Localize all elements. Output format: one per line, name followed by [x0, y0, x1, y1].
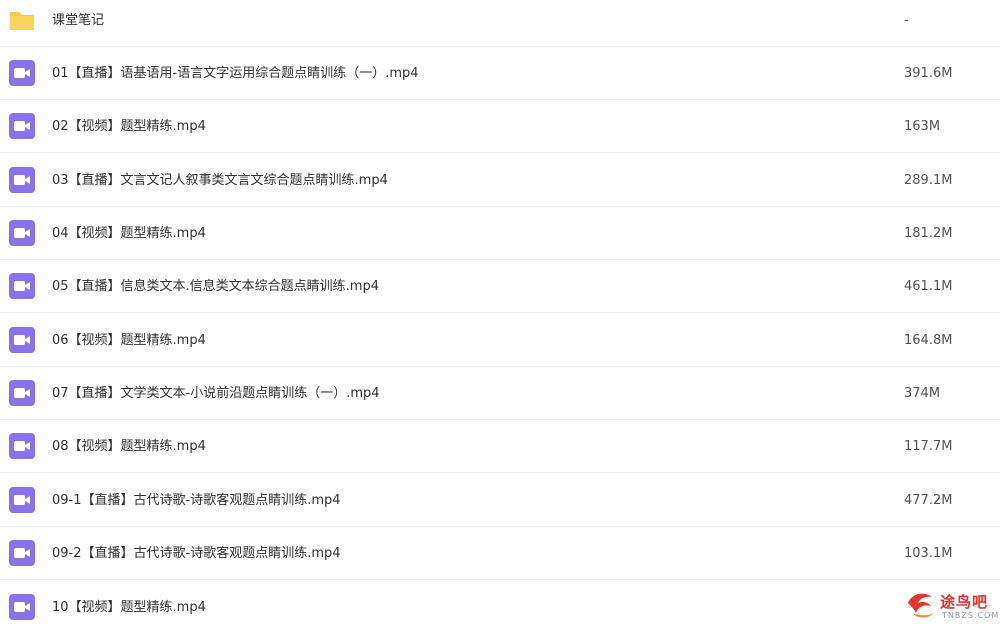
video-file-icon	[9, 380, 35, 406]
file-name: 02【视频】题型精练.mp4	[52, 119, 206, 134]
list-item[interactable]: 08【视频】题型精练.mp4 117.7M	[0, 420, 1000, 473]
file-size: -	[904, 13, 909, 28]
video-file-icon	[9, 273, 35, 299]
list-item[interactable]: 09-2【直播】古代诗歌-诗歌客观题点睛训练.mp4 103.1M	[0, 527, 1000, 580]
file-size: 103.1M	[904, 546, 953, 561]
video-file-icon	[9, 433, 35, 459]
video-file-icon	[9, 167, 35, 193]
file-size: 461.1M	[904, 279, 953, 294]
site-watermark: 途鸟吧 TNBZS.COM	[900, 585, 1000, 625]
list-item[interactable]: 03【直播】文言文记人叙事类文言文综合题点睛训练.mp4 289.1M	[0, 154, 1000, 207]
file-name: 06【视频】题型精练.mp4	[52, 333, 206, 348]
file-name: 09-1【直播】古代诗歌-诗歌客观题点睛训练.mp4	[52, 493, 341, 508]
file-size: 374M	[904, 386, 941, 401]
file-size: 164.8M	[904, 333, 953, 348]
list-item[interactable]: 06【视频】题型精练.mp4 164.8M	[0, 314, 1000, 367]
video-file-icon	[9, 487, 35, 513]
bird-logo-icon	[908, 593, 934, 618]
list-item[interactable]: 09-1【直播】古代诗歌-诗歌客观题点睛训练.mp4 477.2M	[0, 474, 1000, 527]
file-size: 181.2M	[904, 226, 953, 241]
file-name: 07【直播】文学类文本-小说前沿题点睛训练（一）.mp4	[52, 386, 380, 401]
file-name: 10【视频】题型精练.mp4	[52, 600, 206, 615]
folder-icon	[10, 12, 34, 30]
file-size: 117.7M	[904, 439, 953, 454]
list-item[interactable]: 05【直播】信息类文本.信息类文本综合题点睛训练.mp4 461.1M	[0, 260, 1000, 313]
file-size: 391.6M	[904, 66, 953, 81]
file-size: 477.2M	[904, 493, 953, 508]
list-item[interactable]: 04【视频】题型精练.mp4 181.2M	[0, 207, 1000, 260]
list-item[interactable]: 02【视频】题型精练.mp4 163M	[0, 100, 1000, 153]
file-list: 课堂笔记 - 01【直播】语基语用-语言文字运用综合题点睛训练（一）.mp4 3…	[0, 0, 1000, 625]
file-name: 08【视频】题型精练.mp4	[52, 439, 206, 454]
video-file-icon	[9, 327, 35, 353]
file-size: 163M	[904, 119, 941, 134]
file-name: 04【视频】题型精练.mp4	[52, 226, 206, 241]
list-item[interactable]: 10【视频】题型精练.mp4	[0, 581, 1000, 625]
file-name: 05【直播】信息类文本.信息类文本综合题点睛训练.mp4	[52, 279, 379, 294]
list-item[interactable]: 01【直播】语基语用-语言文字运用综合题点睛训练（一）.mp4 391.6M	[0, 47, 1000, 100]
video-file-icon	[9, 60, 35, 86]
file-name: 03【直播】文言文记人叙事类文言文综合题点睛训练.mp4	[52, 173, 388, 188]
file-size: 289.1M	[904, 173, 953, 188]
file-name: 09-2【直播】古代诗歌-诗歌客观题点睛训练.mp4	[52, 546, 341, 561]
video-file-icon	[9, 113, 35, 139]
video-file-icon	[9, 220, 35, 246]
file-name: 课堂笔记	[52, 13, 105, 28]
list-item[interactable]: 07【直播】文学类文本-小说前沿题点睛训练（一）.mp4 374M	[0, 367, 1000, 420]
list-item-folder[interactable]: 课堂笔记 -	[0, 0, 1000, 47]
video-file-icon	[9, 540, 35, 566]
file-name: 01【直播】语基语用-语言文字运用综合题点睛训练（一）.mp4	[52, 66, 419, 81]
video-file-icon	[9, 594, 35, 620]
watermark-subtitle: TNBZS.COM	[942, 611, 1000, 620]
watermark-title: 途鸟吧	[940, 593, 989, 611]
